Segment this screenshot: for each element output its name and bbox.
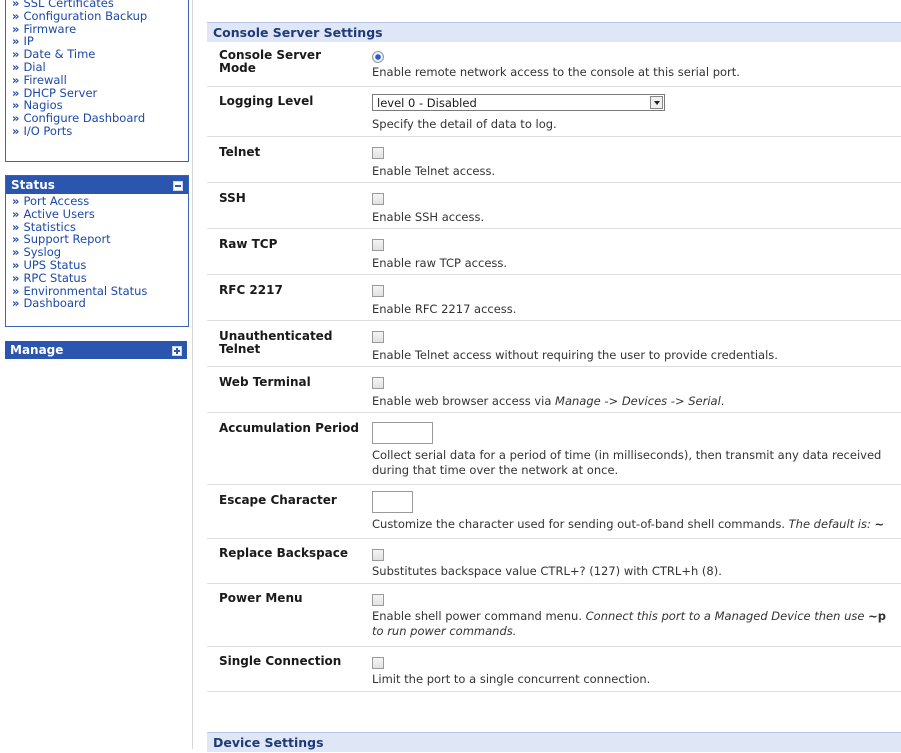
row-single-connection: Single Connection Limit the port to a si… <box>207 647 901 692</box>
sidebar-item-5[interactable]: Dial <box>12 61 188 74</box>
sidebar-item-6[interactable]: Firewall <box>12 73 188 87</box>
collapse-icon[interactable] <box>173 181 183 191</box>
row-accumulation-period: Accumulation Period Collect serial data … <box>207 413 901 485</box>
replace-backspace-checkbox[interactable] <box>372 549 384 561</box>
telnet-checkbox[interactable] <box>372 147 384 159</box>
row-escape-character: Escape Character Customize the character… <box>207 485 901 539</box>
web-terminal-desc-end: . <box>720 394 725 408</box>
label-ssh: SSH <box>219 191 246 205</box>
raw-tcp-checkbox[interactable] <box>372 239 384 251</box>
ssh-checkbox[interactable] <box>372 193 384 205</box>
label-escape-character: Escape Character <box>219 493 337 507</box>
status-item-8[interactable]: Dashboard <box>12 297 188 310</box>
single-connection-checkbox[interactable] <box>372 657 384 669</box>
sidebar-item-2[interactable]: Firmware <box>12 22 188 36</box>
manage-panel-title: Manage <box>10 343 64 357</box>
label-single-connection: Single Connection <box>219 654 342 668</box>
row-unauthenticated-telnet: Unauthenticated Telnet Enable Telnet acc… <box>207 321 901 367</box>
desc-escape-character: Customize the character used for sending… <box>372 517 897 532</box>
expand-icon[interactable] <box>172 346 182 356</box>
row-ssh: SSH Enable SSH access. <box>207 183 901 229</box>
row-replace-backspace: Replace Backspace Substitutes backspace … <box>207 539 901 584</box>
sidebar-item-10[interactable]: I/O Ports <box>12 125 188 138</box>
desc-replace-backspace: Substitutes backspace value CTRL+? (127)… <box>372 564 722 578</box>
status-panel-title: Status <box>11 178 55 192</box>
manage-panel: Manage <box>5 341 187 359</box>
desc-rfc2217: Enable RFC 2217 access. <box>372 302 517 316</box>
desc-accumulation-period: Collect serial data for a period of time… <box>372 448 882 477</box>
system-menu-list: SSL CertificatesConfiguration BackupFirm… <box>6 0 188 140</box>
logging-level-select[interactable]: level 0 - Disabled <box>372 94 665 111</box>
status-panel: Status Port AccessActive UsersStatistics… <box>5 175 189 327</box>
status-item-0[interactable]: Port Access <box>12 195 188 208</box>
label-accumulation-period: Accumulation Period <box>219 421 359 435</box>
escape-default-label: The default is: <box>788 517 875 531</box>
label-power-menu: Power Menu <box>219 591 303 605</box>
sidebar-item-1[interactable]: Configuration Backup <box>12 9 188 23</box>
content-divider <box>192 0 193 749</box>
power-menu-desc-text: Enable shell power command menu. <box>372 609 586 623</box>
desc-logging-level: Specify the detail of data to log. <box>372 117 557 131</box>
accumulation-period-input[interactable] <box>372 422 433 444</box>
label-rfc2217: RFC 2217 <box>219 283 283 297</box>
row-telnet: Telnet Enable Telnet access. <box>207 137 901 183</box>
web-terminal-desc-text: Enable web browser access via <box>372 394 556 408</box>
power-menu-key: ~p <box>868 609 886 623</box>
status-item-1[interactable]: Active Users <box>12 207 188 221</box>
unauthenticated-telnet-checkbox[interactable] <box>372 331 384 343</box>
device-settings-title: Device Settings <box>213 735 324 750</box>
desc-web-terminal: Enable web browser access via Manage -> … <box>372 394 897 409</box>
status-item-6[interactable]: RPC Status <box>12 271 188 285</box>
logging-level-value: level 0 - Disabled <box>377 96 477 110</box>
label-raw-tcp: Raw TCP <box>219 237 278 251</box>
status-item-5[interactable]: UPS Status <box>12 259 188 272</box>
label-telnet: Telnet <box>219 145 261 159</box>
desc-raw-tcp: Enable raw TCP access. <box>372 256 508 270</box>
power-menu-checkbox[interactable] <box>372 594 384 606</box>
power-menu-hint-b: to run power commands. <box>372 624 517 638</box>
label-console-server-mode: Console Server Mode <box>219 48 321 75</box>
escape-character-desc-text: Customize the character used for sending… <box>372 517 789 531</box>
desc-console-server-mode: Enable remote network access to the cons… <box>372 65 740 79</box>
manage-panel-header[interactable]: Manage <box>5 341 187 359</box>
row-raw-tcp: Raw TCP Enable raw TCP access. <box>207 229 901 275</box>
row-rfc2217: RFC 2217 Enable RFC 2217 access. <box>207 275 901 321</box>
desc-power-menu: Enable shell power command menu. Connect… <box>372 609 897 639</box>
console-server-mode-radio[interactable] <box>372 51 384 63</box>
power-menu-hint-a: Connect this port to a Managed Device th… <box>585 609 869 623</box>
label-logging-level: Logging Level <box>219 94 314 108</box>
web-terminal-checkbox[interactable] <box>372 377 384 389</box>
row-logging-level: Logging Level level 0 - Disabled Specify… <box>207 87 901 137</box>
status-menu-list: Port AccessActive UsersStatisticsSupport… <box>6 194 188 312</box>
desc-telnet: Enable Telnet access. <box>372 164 496 178</box>
desc-single-connection: Limit the port to a single concurrent co… <box>372 672 651 686</box>
row-web-terminal: Web Terminal Enable web browser access v… <box>207 367 901 413</box>
row-console-server-mode: Console Server Mode Enable remote networ… <box>207 43 901 87</box>
system-panel: SSL CertificatesConfiguration BackupFirm… <box>5 0 189 162</box>
escape-default-char: ~ <box>874 517 885 531</box>
web-terminal-path: Manage -> Devices -> Serial <box>555 394 721 408</box>
label-replace-backspace: Replace Backspace <box>219 546 349 560</box>
chevron-down-icon[interactable] <box>650 96 663 109</box>
label-unauthenticated-telnet: Unauthenticated Telnet <box>219 329 333 356</box>
device-settings-header: Device Settings <box>207 732 901 752</box>
desc-unauthenticated-telnet: Enable Telnet access without requiring t… <box>372 348 778 362</box>
rfc2217-checkbox[interactable] <box>372 285 384 297</box>
section-title: Console Server Settings <box>213 25 383 40</box>
row-power-menu: Power Menu Enable shell power command me… <box>207 584 901 647</box>
escape-character-input[interactable] <box>372 491 413 513</box>
desc-ssh: Enable SSH access. <box>372 210 485 224</box>
console-settings-header: Console Server Settings <box>207 22 901 42</box>
status-panel-header[interactable]: Status <box>6 176 188 194</box>
label-web-terminal: Web Terminal <box>219 375 311 389</box>
